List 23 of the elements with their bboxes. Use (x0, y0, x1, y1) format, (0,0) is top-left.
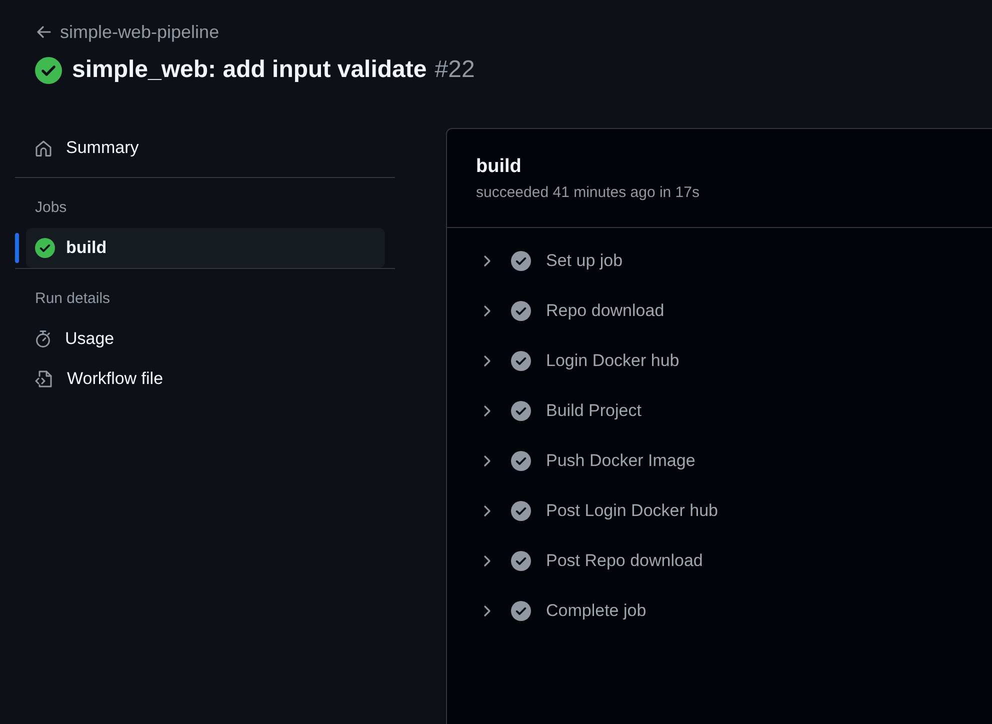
summary-link[interactable]: Summary (26, 128, 385, 168)
step-row[interactable]: Post Login Docker hub (463, 493, 976, 529)
sidebar-link[interactable]: Workflow file (26, 359, 385, 399)
stopwatch-icon (35, 330, 51, 348)
step-row[interactable]: Build Project (463, 393, 976, 429)
step-row[interactable]: Login Docker hub (463, 343, 976, 379)
section-heading: Jobs (35, 198, 67, 218)
step-row[interactable]: Set up job (463, 243, 976, 279)
sidebar-link[interactable]: Usage (26, 319, 385, 359)
step-row[interactable]: Complete job (463, 593, 976, 629)
step-row[interactable]: Post Repo download (463, 543, 976, 579)
run-number: #22 (434, 55, 475, 85)
home-icon (35, 140, 52, 156)
file-code-icon (35, 370, 53, 388)
job-status-text: succeeded 41 minutes ago in 17s (476, 183, 700, 203)
run-title: simple_web: add input validate (72, 55, 427, 85)
job-title: build (476, 155, 522, 179)
back-link[interactable]: simple-web-pipeline (37, 22, 220, 42)
step-row[interactable]: Push Docker Image (463, 443, 976, 479)
step-row[interactable]: Repo download (463, 293, 976, 329)
arrow-left-icon (37, 26, 51, 38)
job-item[interactable]: build (26, 228, 385, 268)
section-heading: Run details (35, 289, 110, 309)
